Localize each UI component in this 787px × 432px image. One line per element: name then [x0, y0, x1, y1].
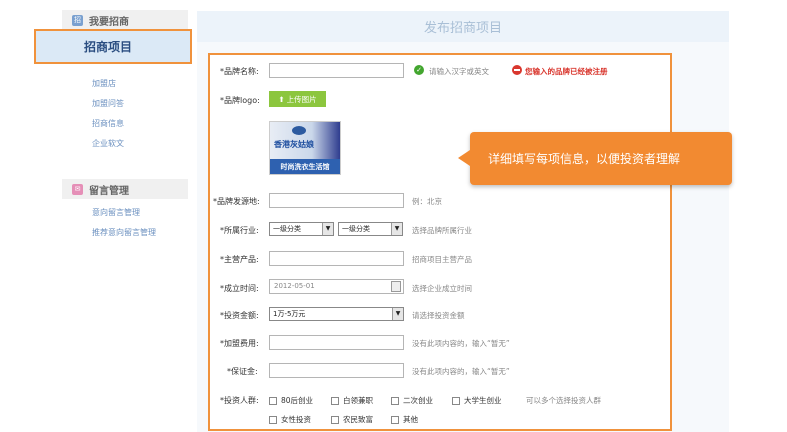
- brand-logo-label: *品牌logo:: [220, 96, 260, 105]
- checkbox[interactable]: [452, 396, 460, 405]
- investor-checkbox-parttime[interactable]: 白领兼职: [331, 395, 373, 406]
- sidebar-section-title: 留言管理: [89, 185, 129, 197]
- brand-name-error: 您输入的品牌已经被注册: [525, 67, 608, 76]
- investment-label: *投资金额:: [220, 311, 259, 320]
- industry-level1-select[interactable]: 一级分类 ▼: [269, 222, 334, 236]
- deposit-input[interactable]: [269, 363, 404, 378]
- checkbox[interactable]: [331, 415, 339, 424]
- check-icon: ✓: [414, 65, 424, 75]
- founded-label: *成立时间:: [220, 284, 259, 293]
- industry-level2-select[interactable]: 一级分类 ▼: [338, 222, 403, 236]
- industry-label: *所属行业:: [220, 226, 259, 235]
- investor-checkbox-80s[interactable]: 80后创业: [269, 395, 313, 406]
- sidebar-item-stores[interactable]: 加盟店: [92, 78, 116, 89]
- origin-input[interactable]: [269, 193, 404, 208]
- industry-hint: 选择品牌所属行业: [412, 226, 472, 235]
- industry-level2-value: 一级分类: [342, 225, 370, 233]
- founded-date-input[interactable]: 2012-05-01: [269, 279, 404, 294]
- logo-badge-icon: [292, 126, 306, 135]
- calendar-icon[interactable]: [391, 281, 401, 292]
- industry-level1-value: 一级分类: [273, 225, 301, 233]
- page-title: 发布招商项目: [197, 11, 729, 42]
- brand-name-hint: 请输入汉字或英文: [429, 67, 489, 76]
- brand-logo-image: 香港灰姑娘 时尚洗衣生活馆: [269, 121, 341, 175]
- investor-checkbox-farmer[interactable]: 农民致富: [331, 414, 373, 425]
- chevron-down-icon: ▼: [391, 223, 402, 235]
- checkbox[interactable]: [391, 396, 399, 405]
- upload-arrow-icon: ⬆: [278, 94, 285, 104]
- investment-hint: 请选择投资金额: [412, 311, 465, 320]
- investors-hint: 可以多个选择投资人群: [526, 396, 601, 405]
- chevron-down-icon: ▼: [392, 308, 403, 320]
- brand-name-input[interactable]: [269, 63, 404, 78]
- product-hint: 招商项目主营产品: [412, 255, 472, 264]
- upload-image-button[interactable]: ⬆ 上传图片: [269, 91, 326, 107]
- founded-hint: 选择企业成立时间: [412, 284, 472, 293]
- logo-bar-text: 时尚洗衣生活馆: [270, 159, 340, 174]
- investor-checkbox-student[interactable]: 大学生创业: [452, 395, 502, 406]
- checkbox[interactable]: [391, 415, 399, 424]
- founded-date-value: 2012-05-01: [274, 282, 315, 290]
- investor-checkbox-second[interactable]: 二次创业: [391, 395, 433, 406]
- investors-label: *投资人群:: [220, 396, 259, 405]
- investor-checkbox-other[interactable]: 其他: [391, 414, 418, 425]
- checkbox[interactable]: [331, 396, 339, 405]
- sidebar-item-intent-messages[interactable]: 意向留言管理: [92, 207, 140, 218]
- chevron-down-icon: ▼: [322, 223, 333, 235]
- investor-checkbox-female[interactable]: 女性投资: [269, 414, 311, 425]
- checkbox-label: 80后创业: [281, 396, 314, 405]
- investment-select[interactable]: 1万-5万元 ▼: [269, 307, 404, 321]
- investment-value: 1万-5万元: [273, 310, 306, 318]
- error-icon: [512, 65, 522, 75]
- sidebar-section-messages: ✉ 留言管理: [62, 179, 188, 199]
- checkbox-label: 农民致富: [343, 415, 373, 424]
- info-callout: 详细填写每项信息，以便投资者理解: [458, 132, 732, 185]
- origin-hint: 例：北京: [412, 197, 442, 206]
- join-fee-input[interactable]: [269, 335, 404, 350]
- checkbox-label: 其他: [403, 415, 418, 424]
- sidebar-section-recruit: 招 我要招商: [62, 10, 188, 30]
- checkbox[interactable]: [269, 396, 277, 405]
- origin-label: *品牌发源地:: [213, 197, 260, 206]
- checkbox-label: 白领兼职: [343, 396, 373, 405]
- product-input[interactable]: [269, 251, 404, 266]
- logo-brand-text: 香港灰姑娘: [274, 140, 314, 149]
- sidebar-section-title: 我要招商: [89, 16, 129, 28]
- message-icon: ✉: [72, 183, 83, 195]
- sidebar-item-faq[interactable]: 加盟问答: [92, 98, 124, 109]
- recruit-icon: 招: [72, 14, 83, 26]
- brand-name-label: *品牌名称:: [220, 67, 259, 76]
- sidebar-item-info[interactable]: 招商信息: [92, 118, 124, 129]
- deposit-label: *保证金:: [227, 367, 258, 376]
- checkbox-label: 大学生创业: [464, 396, 502, 405]
- sidebar-item-projects[interactable]: 招商项目: [34, 29, 192, 64]
- join-fee-hint: 没有此项内容的，输入“暂无”: [412, 339, 510, 348]
- deposit-hint: 没有此项内容的，输入“暂无”: [412, 367, 510, 376]
- sidebar-item-recommended-messages[interactable]: 推荐意向留言管理: [92, 227, 156, 238]
- checkbox-label: 女性投资: [281, 415, 311, 424]
- checkbox-label: 二次创业: [403, 396, 433, 405]
- join-fee-label: *加盟费用:: [220, 339, 259, 348]
- product-label: *主营产品:: [220, 255, 259, 264]
- checkbox[interactable]: [269, 415, 277, 424]
- upload-button-label: 上传图片: [286, 94, 317, 104]
- sidebar-item-articles[interactable]: 企业软文: [92, 138, 124, 149]
